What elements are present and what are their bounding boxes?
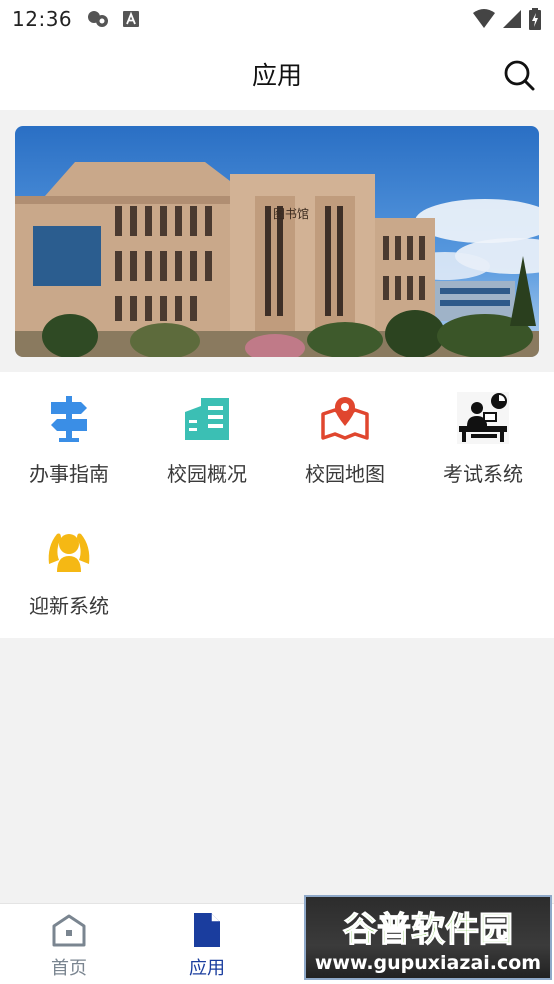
nav-apps[interactable]: 应用 bbox=[138, 904, 276, 984]
wifi-icon bbox=[473, 9, 495, 28]
cellular-signal-icon bbox=[503, 10, 521, 28]
app-header: 应用 bbox=[0, 38, 554, 110]
page-title: 应用 bbox=[251, 61, 302, 90]
welcome-person-icon bbox=[48, 533, 90, 572]
document-icon bbox=[194, 913, 220, 947]
campus-library-banner[interactable]: 图书馆 bbox=[15, 126, 539, 357]
app-label: 迎新系统 bbox=[29, 594, 109, 618]
nav-home[interactable]: 首页 bbox=[0, 904, 138, 984]
banner-section: 图书馆 bbox=[0, 110, 554, 372]
app-campus-map[interactable]: 校园地图 bbox=[276, 372, 414, 502]
search-icon[interactable] bbox=[502, 58, 536, 92]
watermark-title: 谷普软件园 bbox=[343, 910, 513, 950]
app-welcome-system[interactable]: 迎新系统 bbox=[0, 504, 138, 634]
nav-label: 应用 bbox=[189, 958, 225, 979]
status-notification-icons bbox=[86, 9, 140, 29]
status-bar: 12:36 bbox=[0, 0, 554, 38]
library-sign: 图书馆 bbox=[273, 206, 309, 221]
watermark-graphic: 谷普软件园 www.gupuxiazai.com bbox=[315, 909, 541, 974]
app-label: 考试系统 bbox=[443, 462, 523, 486]
home-icon bbox=[52, 914, 86, 947]
status-time: 12:36 bbox=[12, 7, 73, 31]
battery-charging-icon bbox=[529, 8, 541, 30]
app-service-guide[interactable]: 办事指南 bbox=[0, 372, 138, 502]
apps-panel: 办事指南 校园概况 校园地图 考试系统 迎新系统 bbox=[0, 372, 554, 638]
app-label: 办事指南 bbox=[29, 462, 109, 486]
watermark-logo: 谷普软件园 www.gupuxiazai.com bbox=[304, 895, 552, 980]
nav-label: 首页 bbox=[51, 958, 87, 979]
exam-desk-icon bbox=[457, 392, 509, 444]
app-label: 校园地图 bbox=[305, 462, 385, 486]
watermark-url: www.gupuxiazai.com bbox=[315, 952, 541, 974]
app-campus-overview[interactable]: 校园概况 bbox=[138, 372, 276, 502]
app-notification-icon bbox=[123, 11, 140, 27]
building-icon bbox=[185, 398, 229, 440]
map-pin-icon bbox=[321, 397, 369, 440]
sync-notification-icon bbox=[88, 11, 109, 27]
signpost-icon bbox=[51, 396, 87, 442]
app-label: 校园概况 bbox=[167, 462, 247, 486]
app-exam-system[interactable]: 考试系统 bbox=[414, 372, 552, 502]
status-system-icons bbox=[472, 8, 542, 30]
